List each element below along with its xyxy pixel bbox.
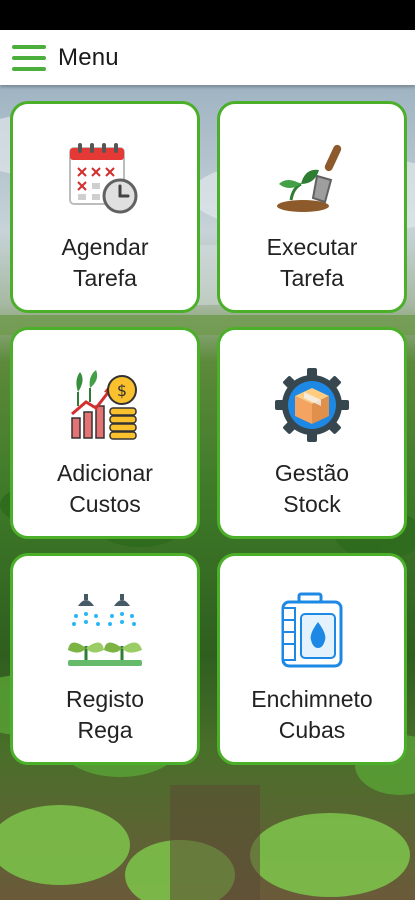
tile-registo-rega[interactable]: Registo Rega — [10, 553, 200, 765]
menu-button[interactable]: Menu — [0, 30, 119, 85]
plant-trowel-icon — [277, 144, 342, 212]
svg-text:$: $ — [117, 381, 127, 400]
tile-label: Adicionar Custos — [57, 460, 153, 517]
box-gear-icon — [275, 368, 349, 442]
tile-label: Executar Tarefa — [266, 234, 358, 291]
tile-label: Registo Rega — [66, 686, 144, 743]
menu-grid: Agendar Tarefa Executar Tarefa $ Adicion… — [10, 101, 407, 765]
growth-coins-icon: $ — [71, 370, 137, 440]
tile-executar-tarefa[interactable]: Executar Tarefa — [217, 101, 407, 313]
hamburger-icon[interactable] — [12, 44, 46, 71]
tile-gestao-stock[interactable]: Gestão Stock — [217, 327, 407, 539]
tile-label: Enchimneto Cubas — [251, 686, 373, 743]
tile-enchimneto-cubas[interactable]: Enchimneto Cubas — [217, 553, 407, 765]
tile-agendar-tarefa[interactable]: Agendar Tarefa — [10, 101, 200, 313]
tile-label: Gestão Stock — [274, 460, 350, 517]
tank-drop-icon — [281, 592, 343, 668]
status-bar — [0, 0, 415, 30]
app-bar: Menu — [0, 30, 415, 85]
tile-adicionar-custos[interactable]: $ Adicionar Custos — [10, 327, 200, 539]
calendar-clock-icon — [69, 143, 138, 214]
menu-label: Menu — [58, 43, 119, 71]
tile-label: Agendar Tarefa — [61, 234, 149, 291]
sprinkler-plants-icon — [68, 594, 142, 666]
